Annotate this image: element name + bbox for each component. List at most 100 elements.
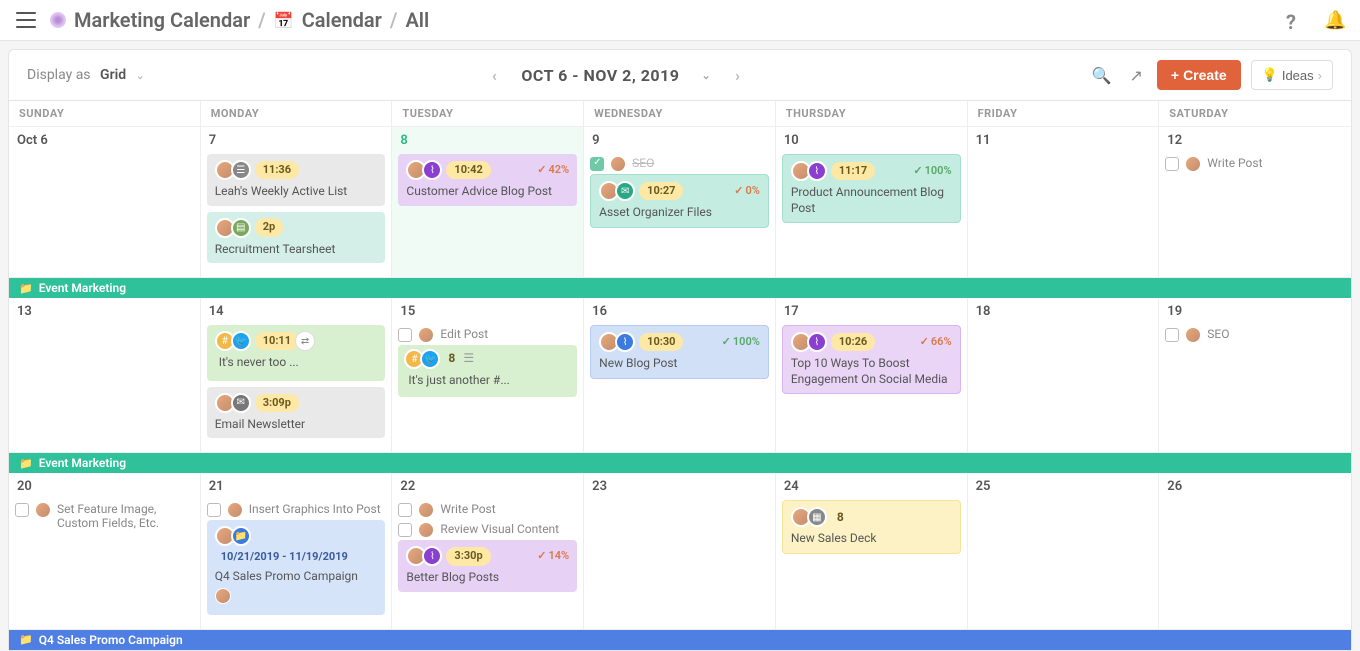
event-card[interactable]: ⌇10:30✓ 100% New Blog Post bbox=[590, 325, 769, 379]
day-cell-today[interactable]: 8 ⌇10:42✓ 42% Customer Advice Blog Post bbox=[392, 127, 584, 278]
day-cell[interactable]: 13 bbox=[9, 298, 201, 453]
rss-icon: ⌇ bbox=[422, 546, 442, 566]
task-item[interactable]: Edit Post bbox=[398, 325, 577, 345]
search-icon[interactable]: 🔍 bbox=[1088, 62, 1116, 89]
share-icon[interactable]: ↗ bbox=[1125, 62, 1146, 89]
task-label: Set Feature Image, Custom Fields, Etc. bbox=[57, 502, 194, 530]
day-cell[interactable]: 16 ⌇10:30✓ 100% New Blog Post bbox=[584, 298, 776, 453]
event-card[interactable]: #🐦8☰It's just another #... bbox=[398, 345, 577, 397]
event-card[interactable]: ▤2p Recruitment Tearsheet bbox=[207, 212, 386, 264]
checkbox-icon[interactable] bbox=[398, 328, 412, 342]
task-item[interactable]: Write Post bbox=[1165, 154, 1345, 174]
task-item[interactable]: Review Visual Content bbox=[398, 520, 577, 540]
checkbox-icon[interactable] bbox=[590, 157, 604, 171]
breadcrumb-calendar[interactable]: Calendar bbox=[302, 8, 382, 32]
folder-icon: 📁 bbox=[19, 457, 33, 470]
event-card[interactable]: ⌇10:42✓ 42% Customer Advice Blog Post bbox=[398, 154, 577, 206]
event-card[interactable]: ✉10:27✓ 0% Asset Organizer Files bbox=[590, 174, 769, 228]
avatar bbox=[418, 327, 434, 343]
day-cell[interactable]: 26 bbox=[1159, 473, 1351, 629]
event-title: It's never too ... bbox=[219, 355, 299, 371]
help-icon[interactable]: ? bbox=[1286, 10, 1306, 30]
time-pill: 10:26 bbox=[831, 333, 875, 351]
checkbox-icon[interactable] bbox=[398, 523, 412, 537]
task-label: Insert Graphics Into Post bbox=[249, 502, 381, 516]
rss-icon: ⌇ bbox=[422, 160, 442, 180]
day-cell[interactable]: 7 ☰11:36 Leah's Weekly Active List ▤2p R… bbox=[201, 127, 393, 278]
task-item[interactable]: Insert Graphics Into Post bbox=[207, 500, 386, 520]
day-cell[interactable]: Oct 6 bbox=[9, 127, 201, 278]
day-cell[interactable]: 10 ⌇11:17✓ 100% Product Announcement Blo… bbox=[776, 127, 968, 278]
event-card[interactable]: ☰11:36 Leah's Weekly Active List bbox=[207, 154, 386, 206]
day-number: 7 bbox=[207, 131, 386, 154]
create-button[interactable]: +Create bbox=[1157, 60, 1241, 90]
bulb-icon: 💡 bbox=[1262, 67, 1278, 83]
event-title: Q4 Sales Promo Campaign bbox=[215, 569, 378, 585]
day-cell[interactable]: 11 bbox=[968, 127, 1160, 278]
event-card[interactable]: 📁10/21/2019 - 11/19/2019 Q4 Sales Promo … bbox=[207, 520, 386, 614]
display-as-dropdown[interactable]: Display as Grid ⌄ bbox=[27, 67, 145, 83]
day-number: 24 bbox=[782, 477, 961, 500]
day-number: 20 bbox=[15, 477, 194, 500]
checkbox-icon[interactable] bbox=[1165, 157, 1179, 171]
app-logo[interactable] bbox=[50, 12, 66, 28]
toolbar: Display as Grid ⌄ ‹ OCT 6 - NOV 2, 2019 … bbox=[8, 49, 1352, 101]
day-cell[interactable]: 22 Write Post Review Visual Content ⌇3:3… bbox=[392, 473, 584, 629]
ideas-button[interactable]: 💡Ideas› bbox=[1251, 60, 1333, 90]
time-pill: 11:36 bbox=[255, 161, 299, 179]
task-item[interactable]: Write Post bbox=[398, 500, 577, 520]
day-cell[interactable]: 21 Insert Graphics Into Post 📁10/21/2019… bbox=[201, 473, 393, 629]
day-cell[interactable]: 24 ▦8 New Sales Deck bbox=[776, 473, 968, 629]
day-cell[interactable]: 15 Edit Post #🐦8☰It's just another #... bbox=[392, 298, 584, 453]
project-band[interactable]: 📁Event Marketing bbox=[9, 278, 1351, 298]
topbar: Marketing Calendar / 📅 Calendar / All ? … bbox=[0, 0, 1360, 41]
breadcrumb-leaf[interactable]: All bbox=[405, 8, 429, 32]
day-cell[interactable]: 23 bbox=[584, 473, 776, 629]
task-label: Write Post bbox=[440, 502, 495, 516]
day-cell[interactable]: 9 SEO ✉10:27✓ 0% Asset Organizer Files bbox=[584, 127, 776, 278]
chevron-down-icon[interactable]: ⌄ bbox=[701, 69, 711, 82]
progress-pct: ✓ 42% bbox=[537, 163, 569, 177]
checkbox-icon[interactable] bbox=[15, 503, 29, 517]
day-cell[interactable]: 19 SEO bbox=[1159, 298, 1351, 453]
event-card[interactable]: ✉3:09p Email Newsletter bbox=[207, 387, 386, 439]
checkbox-icon[interactable] bbox=[207, 503, 221, 517]
bell-icon[interactable]: 🔔 bbox=[1324, 10, 1344, 30]
date-range-label[interactable]: OCT 6 - NOV 2, 2019 bbox=[521, 66, 679, 85]
next-range-button[interactable]: › bbox=[727, 62, 748, 89]
shuffle-icon: ⇄ bbox=[295, 331, 315, 351]
task-item[interactable]: SEO bbox=[590, 154, 769, 174]
day-cell[interactable]: 25 bbox=[968, 473, 1160, 629]
prev-range-button[interactable]: ‹ bbox=[484, 62, 506, 89]
event-card[interactable]: #🐦10:11⇄It's never too ... bbox=[207, 325, 386, 381]
day-cell[interactable]: 12 Write Post bbox=[1159, 127, 1351, 278]
day-number: 23 bbox=[590, 477, 769, 500]
event-card[interactable]: ⌇3:30p✓ 14% Better Blog Posts bbox=[398, 540, 577, 592]
event-card[interactable]: ⌇11:17✓ 100% Product Announcement Blog P… bbox=[782, 154, 961, 223]
band-label: Event Marketing bbox=[39, 281, 126, 295]
task-item[interactable]: SEO bbox=[1165, 325, 1345, 345]
calendar-grid: SUNDAY MONDAY TUESDAY WEDNESDAY THURSDAY… bbox=[8, 101, 1352, 651]
project-band[interactable]: 📁Q4 Sales Promo Campaign bbox=[9, 630, 1351, 650]
checkbox-icon[interactable] bbox=[398, 503, 412, 517]
menu-icon[interactable] bbox=[16, 12, 36, 28]
time-pill: 11:17 bbox=[831, 162, 875, 180]
day-cell[interactable]: 20 Set Feature Image, Custom Fields, Etc… bbox=[9, 473, 201, 629]
time-pill: 2p bbox=[255, 218, 284, 236]
event-card[interactable]: ⌇10:26✓ 66% Top 10 Ways To Boost Engagem… bbox=[782, 325, 961, 394]
day-cell[interactable]: 18 bbox=[968, 298, 1160, 453]
breadcrumb-root[interactable]: Marketing Calendar bbox=[74, 8, 250, 32]
event-card[interactable]: ▦8 New Sales Deck bbox=[782, 500, 961, 554]
dow-wed: WEDNESDAY bbox=[584, 101, 776, 126]
project-band[interactable]: 📁Event Marketing bbox=[9, 453, 1351, 473]
avatar bbox=[1185, 156, 1201, 172]
day-cell[interactable]: 17 ⌇10:26✓ 66% Top 10 Ways To Boost Enga… bbox=[776, 298, 968, 453]
day-of-week-header: SUNDAY MONDAY TUESDAY WEDNESDAY THURSDAY… bbox=[9, 101, 1351, 127]
event-title: Customer Advice Blog Post bbox=[406, 184, 569, 200]
display-label: Display as bbox=[27, 67, 91, 83]
time-pill: 10:27 bbox=[639, 182, 683, 200]
day-cell[interactable]: 14 #🐦10:11⇄It's never too ... ✉3:09p Ema… bbox=[201, 298, 393, 453]
task-item[interactable]: Set Feature Image, Custom Fields, Etc. bbox=[15, 500, 194, 532]
checkbox-icon[interactable] bbox=[1165, 328, 1179, 342]
day-number: 10 bbox=[782, 131, 961, 154]
